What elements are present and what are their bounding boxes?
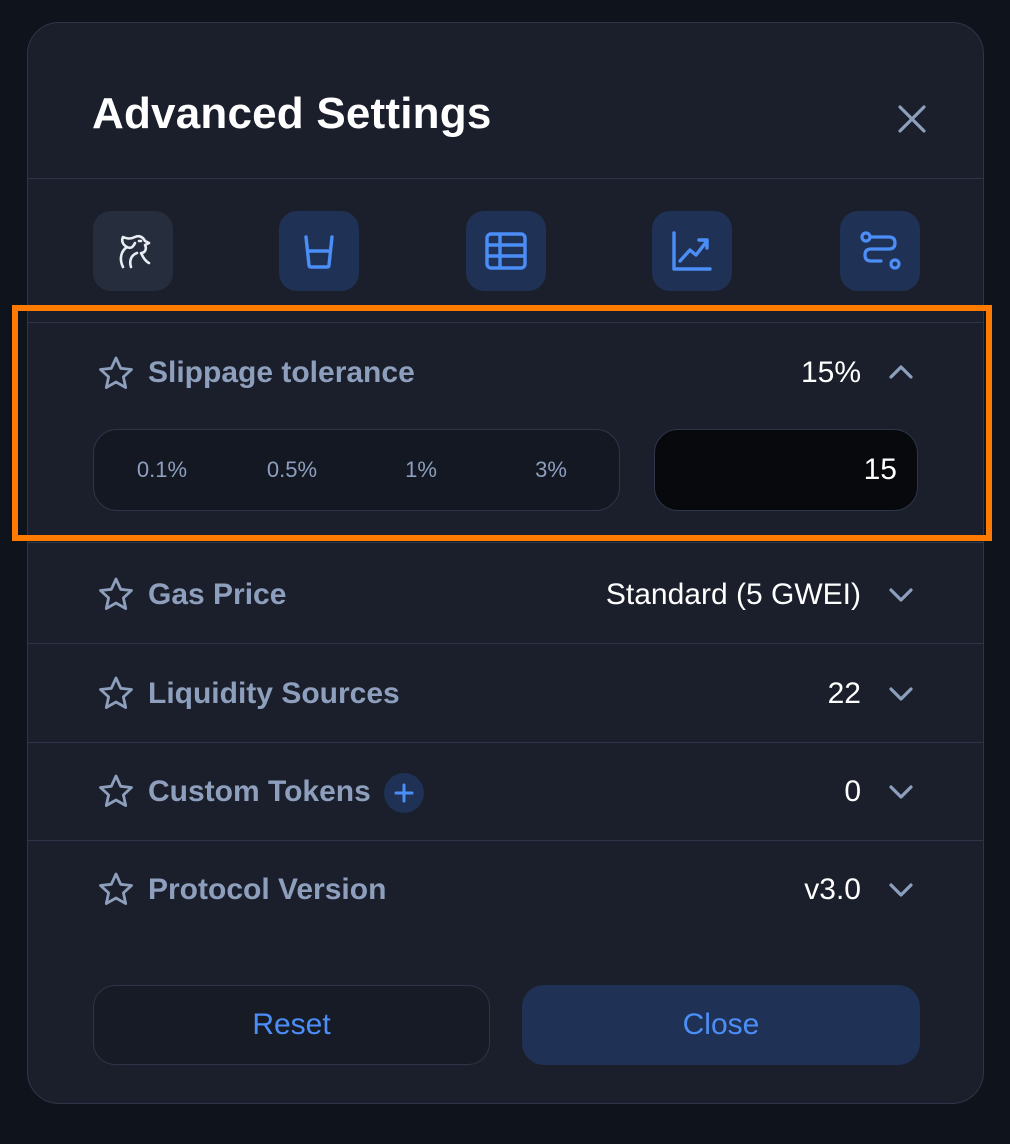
slippage-value: 15% [800, 356, 861, 389]
gas-price-value: Standard (5 GWEI) [605, 578, 861, 611]
reset-button[interactable]: Reset [93, 985, 490, 1065]
advanced-settings-dialog: Advanced Settings Slippage tolerance 15%… [27, 22, 984, 1104]
dragon-icon [119, 234, 151, 269]
liquidity-sources-label: Liquidity Sources [148, 677, 400, 710]
add-token-button[interactable] [384, 773, 424, 813]
route-icon [860, 231, 901, 270]
cup-button[interactable] [279, 211, 359, 291]
chevron-down-icon[interactable] [886, 679, 916, 709]
chart-button[interactable] [652, 211, 732, 291]
table-icon [485, 232, 527, 270]
dialog-title: Advanced Settings [92, 89, 492, 138]
slippage-label: Slippage tolerance [148, 356, 415, 389]
slippage-header[interactable]: Slippage tolerance 15% [28, 323, 983, 421]
star-icon[interactable] [96, 870, 136, 910]
gas-price-row[interactable]: Gas Price Standard (5 GWEI) [28, 543, 983, 644]
cup-icon [304, 235, 334, 269]
liquidity-sources-row[interactable]: Liquidity Sources 22 [28, 644, 983, 743]
protocol-version-label: Protocol Version [148, 873, 387, 906]
route-button[interactable] [840, 211, 920, 291]
tool-icon-row [28, 178, 983, 323]
plus-icon [394, 783, 414, 803]
liquidity-sources-value: 22 [827, 677, 861, 710]
custom-tokens-value: 0 [844, 775, 861, 808]
slippage-preset-group: 0.1% 0.5% 1% 3% [93, 429, 620, 511]
preset-3[interactable]: 3% [496, 430, 606, 509]
star-icon[interactable] [96, 674, 136, 714]
star-icon[interactable] [96, 772, 136, 812]
chevron-down-icon[interactable] [886, 580, 916, 610]
star-icon[interactable] [96, 354, 136, 394]
chevron-down-icon[interactable] [886, 875, 916, 905]
custom-tokens-row[interactable]: Custom Tokens 0 [28, 743, 983, 841]
preset-0-1[interactable]: 0.1% [107, 430, 217, 509]
dragon-button[interactable] [93, 211, 173, 291]
chevron-down-icon[interactable] [886, 777, 916, 807]
protocol-version-row[interactable]: Protocol Version v3.0 [28, 841, 983, 941]
chevron-up-icon[interactable] [886, 357, 916, 387]
trending-up-icon [672, 231, 712, 271]
slippage-section: Slippage tolerance 15% 0.1% 0.5% 1% 3% 1… [28, 323, 983, 543]
preset-0-5[interactable]: 0.5% [237, 430, 347, 509]
custom-tokens-label: Custom Tokens [148, 775, 371, 808]
dialog-header: Advanced Settings [28, 23, 983, 179]
star-icon[interactable] [96, 575, 136, 615]
close-icon[interactable] [894, 101, 930, 137]
close-button[interactable]: Close [522, 985, 920, 1065]
gas-price-label: Gas Price [148, 578, 287, 611]
table-button[interactable] [466, 211, 546, 291]
preset-1[interactable]: 1% [366, 430, 476, 509]
custom-slippage-input[interactable]: 15 [654, 429, 918, 511]
protocol-version-value: v3.0 [804, 873, 861, 906]
